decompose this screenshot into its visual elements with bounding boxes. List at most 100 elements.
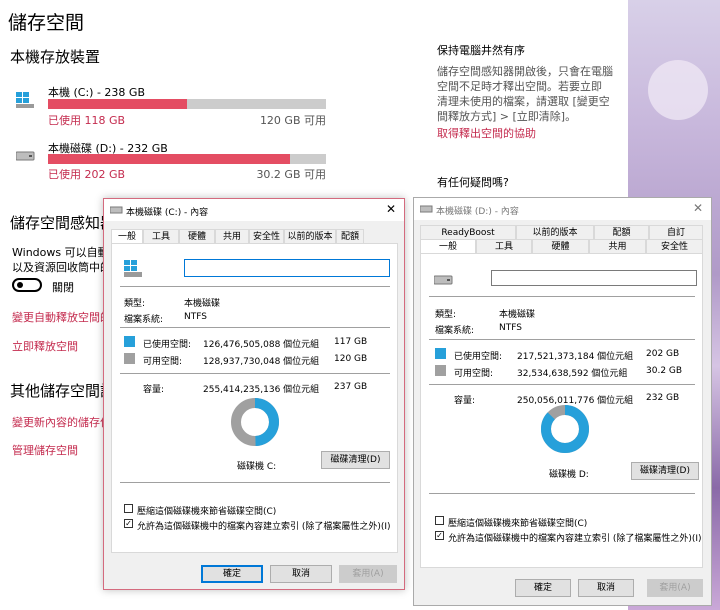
drive-c-name: 本機 (C:) - 238 GB [48, 86, 145, 99]
keep-tidy-desc: 儲存空間感知器開啟後，只會在電腦 空間不足時才釋出空間。若要立即 清理未使用的檔… [437, 65, 613, 123]
dialog-d-general-panel: 類型: 本機磁碟 檔案系統: NTFS 已使用空間: 217,521,373,1… [420, 253, 703, 568]
used-space-label: 已使用空間: [143, 340, 192, 350]
free-space-gb: 30.2 GB [646, 366, 683, 376]
questions-heading: 有任何疑問嗎? [437, 176, 509, 189]
cancel-button[interactable]: 取消 [578, 579, 634, 597]
page-title: 儲存空間 [8, 12, 85, 34]
drive-label-input[interactable] [491, 270, 697, 286]
local-storage-heading: 本機存放裝置 [10, 48, 101, 66]
tab-hardware[interactable]: 硬體 [179, 229, 215, 243]
change-save-location-link[interactable]: 變更新內容的儲存位 [12, 414, 111, 430]
drive-d-properties-dialog: 本機磁碟 (D:) - 內容 ✕ ReadyBoost 以前的版本 配額 自訂 … [413, 197, 712, 606]
tab-hardware[interactable]: 硬體 [532, 239, 589, 253]
capacity-gb: 232 GB [646, 393, 680, 403]
drive-d-usage-fill [48, 154, 290, 164]
keep-tidy-heading: 保持電腦井然有序 [437, 44, 525, 57]
capacity-gb: 237 GB [334, 382, 368, 392]
disk-cleanup-button[interactable]: 磁碟清理(D) [321, 451, 390, 469]
tab-previous-versions[interactable]: 以前的版本 [516, 225, 594, 239]
drive-letter-label: 磁碟機 C: [237, 462, 277, 472]
usage-donut-chart [231, 398, 279, 446]
hard-drive-icon [420, 205, 433, 213]
dialog-c-general-panel: 類型: 本機磁碟 檔案系統: NTFS 已使用空間: 126,476,505,0… [111, 243, 398, 553]
used-space-gb: 117 GB [334, 337, 368, 347]
used-space-swatch [124, 336, 135, 347]
filesystem-label: 檔案系統: [435, 326, 475, 336]
ok-button[interactable]: 確定 [201, 565, 263, 583]
tab-security[interactable]: 安全性 [646, 239, 703, 253]
close-icon[interactable]: ✕ [386, 202, 396, 216]
used-space-label: 已使用空間: [454, 352, 503, 362]
compress-checkbox[interactable] [435, 516, 444, 525]
tab-sharing[interactable]: 共用 [589, 239, 646, 253]
free-space-bytes: 32,534,638,592 個位元組 [517, 369, 628, 379]
hard-drive-icon [110, 206, 123, 214]
usage-donut-chart [541, 405, 589, 453]
storage-sense-desc-1: Windows 可以自動 [12, 246, 109, 259]
disk-cleanup-button[interactable]: 磁碟清理(D) [631, 462, 699, 480]
capacity-bytes: 255,414,235,136 個位元組 [203, 385, 320, 395]
other-settings-heading: 其他儲存空間設 [10, 382, 116, 400]
cancel-button[interactable]: 取消 [270, 565, 332, 583]
tab-sharing[interactable]: 共用 [215, 229, 249, 243]
compress-checkbox[interactable] [124, 504, 133, 513]
drive-c-usage-bar [48, 99, 326, 109]
free-space-label: 可用空間: [454, 369, 494, 379]
hard-drive-icon [16, 151, 35, 161]
free-space-now-link[interactable]: 立即釋放空間 [12, 338, 78, 354]
dialog-d-titlebar[interactable]: 本機磁碟 (D:) - 內容 ✕ [414, 198, 711, 220]
free-space-bytes: 128,937,730,048 個位元組 [203, 357, 320, 367]
tab-quota[interactable]: 配額 [336, 229, 364, 243]
used-space-gb: 202 GB [646, 349, 680, 359]
drive-d-item[interactable]: 本機磁碟 (D:) - 232 GB 已使用 202 GB 30.2 GB 可用 [12, 138, 328, 181]
drive-label-input[interactable] [184, 259, 390, 277]
windows-drive-icon [124, 260, 142, 277]
apply-button[interactable]: 套用(A) [339, 565, 397, 583]
dialog-c-titlebar[interactable]: 本機磁碟 (C:) - 內容 ✕ [104, 199, 404, 221]
close-icon[interactable]: ✕ [693, 201, 703, 215]
drive-c-free: 120 GB 可用 [259, 114, 326, 127]
drive-c-item[interactable]: 本機 (C:) - 238 GB 已使用 118 GB 120 GB 可用 [12, 84, 328, 127]
filesystem-label: 檔案系統: [124, 315, 164, 325]
drive-letter-label: 磁碟機 D: [549, 470, 589, 480]
apply-button[interactable]: 套用(A) [647, 579, 703, 597]
used-space-bytes: 217,521,373,184 個位元組 [517, 352, 634, 362]
tab-previous-versions[interactable]: 以前的版本 [284, 229, 336, 243]
filesystem-value: NTFS [184, 312, 207, 322]
storage-sense-desc-2: 以及資源回收筒中的 [12, 261, 111, 274]
dialog-c-title: 本機磁碟 (C:) - 內容 [126, 208, 209, 218]
ok-button[interactable]: 確定 [515, 579, 571, 597]
storage-sense-heading: 儲存空間感知器 [10, 214, 116, 232]
tab-tools[interactable]: 工具 [476, 239, 532, 253]
compress-label: 壓縮這個磁碟機來節省磁碟空間(C) [137, 507, 277, 517]
tab-security[interactable]: 安全性 [249, 229, 284, 243]
tab-readyboost[interactable]: ReadyBoost [420, 225, 516, 239]
type-value: 本機磁碟 [499, 310, 536, 320]
tab-quota[interactable]: 配額 [594, 225, 649, 239]
free-space-swatch [435, 365, 446, 376]
windows-drive-icon [16, 92, 34, 108]
storage-sense-toggle[interactable] [12, 278, 42, 292]
tab-general[interactable]: 一般 [420, 239, 476, 253]
used-space-swatch [435, 348, 446, 359]
index-checkbox[interactable]: ✓ [124, 519, 133, 528]
tab-tools[interactable]: 工具 [143, 229, 179, 243]
index-checkbox[interactable]: ✓ [435, 531, 444, 540]
manage-spaces-link[interactable]: 管理儲存空間 [12, 442, 78, 458]
drive-c-usage-fill [48, 99, 187, 109]
capacity-label: 容量: [454, 396, 476, 406]
compress-label: 壓縮這個磁碟機來節省磁碟空間(C) [448, 519, 588, 529]
index-label: 允許為這個磁碟機中的檔案內容建立索引 (除了檔案屬性之外)(I) [137, 522, 391, 532]
tab-customize[interactable]: 自訂 [649, 225, 703, 239]
toggle-state-label: 關閉 [52, 281, 74, 294]
help-free-space-link[interactable]: 取得釋出空間的協助 [437, 125, 536, 141]
free-space-swatch [124, 353, 135, 364]
tab-general[interactable]: 一般 [111, 229, 143, 243]
type-value: 本機磁碟 [184, 299, 221, 309]
type-label: 類型: [435, 310, 457, 320]
free-space-label: 可用空間: [143, 357, 183, 367]
drive-d-used: 已使用 202 GB [48, 168, 126, 181]
change-free-space-link[interactable]: 變更自動釋放空間的 [12, 309, 111, 325]
used-space-bytes: 126,476,505,088 個位元組 [203, 340, 320, 350]
type-label: 類型: [124, 299, 146, 309]
